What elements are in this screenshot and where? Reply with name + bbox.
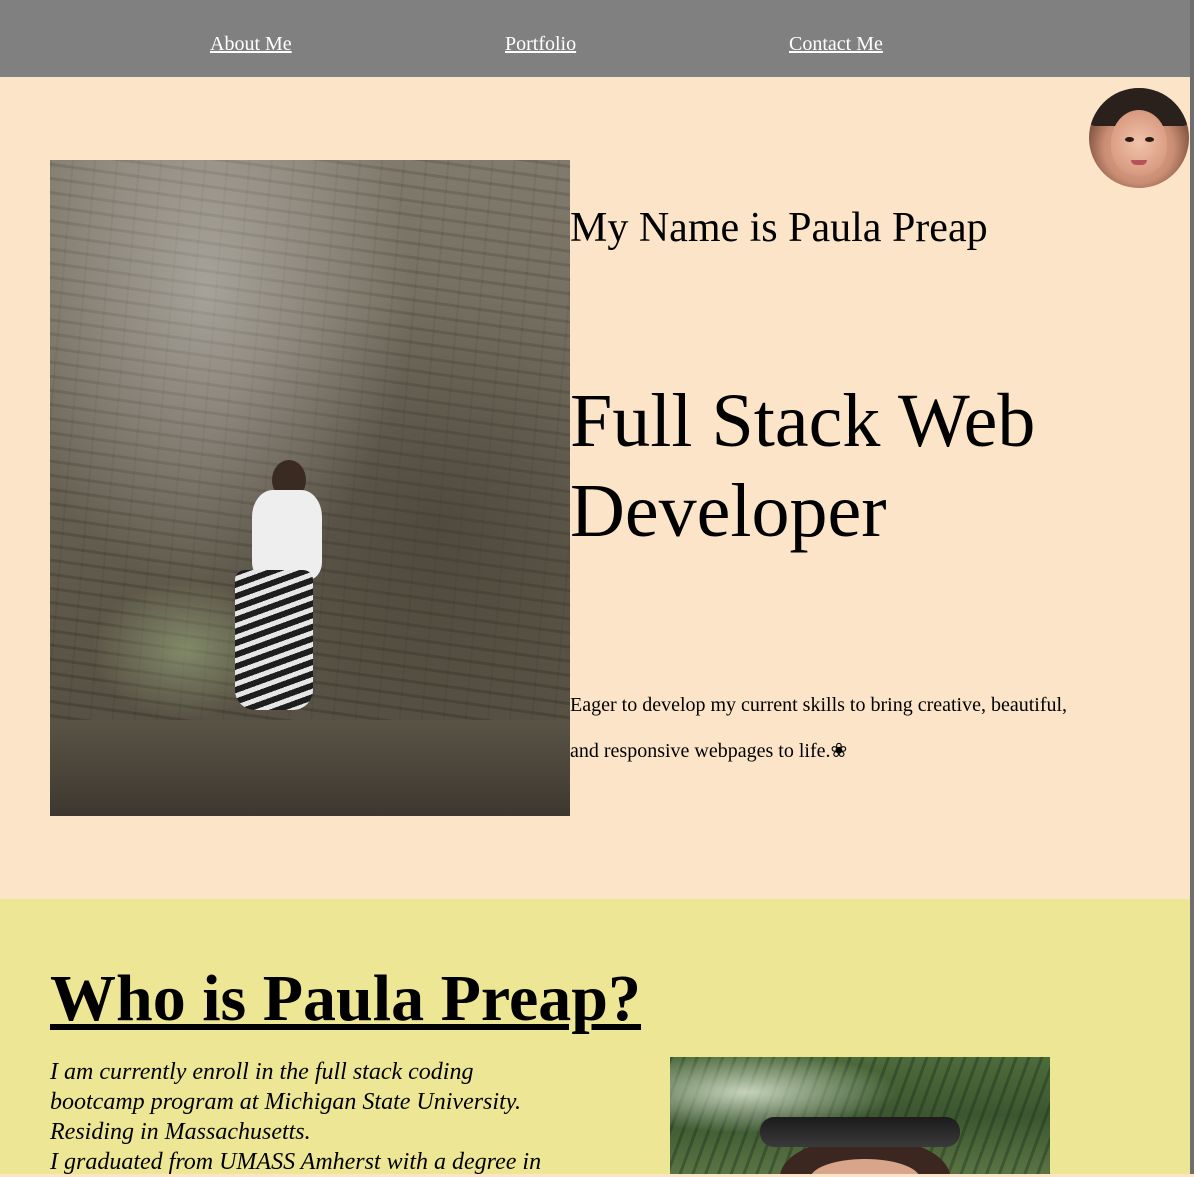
about-line: Residing in Massachusetts. [50,1119,311,1145]
avatar-eye-right [1145,137,1154,142]
avatar-face [1111,110,1167,176]
profile-avatar [1089,88,1189,188]
about-photo-sunglasses [760,1117,960,1147]
temple-floor [50,720,570,816]
nav-link-about-me[interactable]: About Me [210,33,292,56]
hero-name-heading: My Name is Paula Preap [570,205,988,251]
nav-link-portfolio[interactable]: Portfolio [505,33,576,56]
about-photo [670,1057,1050,1174]
avatar-mouth [1131,160,1147,165]
hero-tagline: Eager to develop my current skills to br… [570,694,1068,762]
about-line: I graduated from UMASS Amherst with a de… [50,1149,542,1175]
temple-photo [50,160,570,816]
temple-person-skirt [235,570,313,710]
top-nav: About Me Portfolio Contact Me [0,0,1190,77]
about-line: bootcamp program at Michigan State Unive… [50,1089,522,1115]
about-text: I am currently enroll in the full stack … [50,1057,610,1177]
hero-job-title: Full Stack Web Developer [570,379,1036,553]
about-line: I am currently enroll in the full stack … [50,1059,474,1085]
temple-person-shirt [252,490,322,580]
nav-link-contact-me[interactable]: Contact Me [789,33,883,56]
page-scrollbar-edge [1190,0,1194,1174]
avatar-eye-left [1125,137,1134,142]
about-heading: Who is Paula Preap? [50,962,642,1035]
